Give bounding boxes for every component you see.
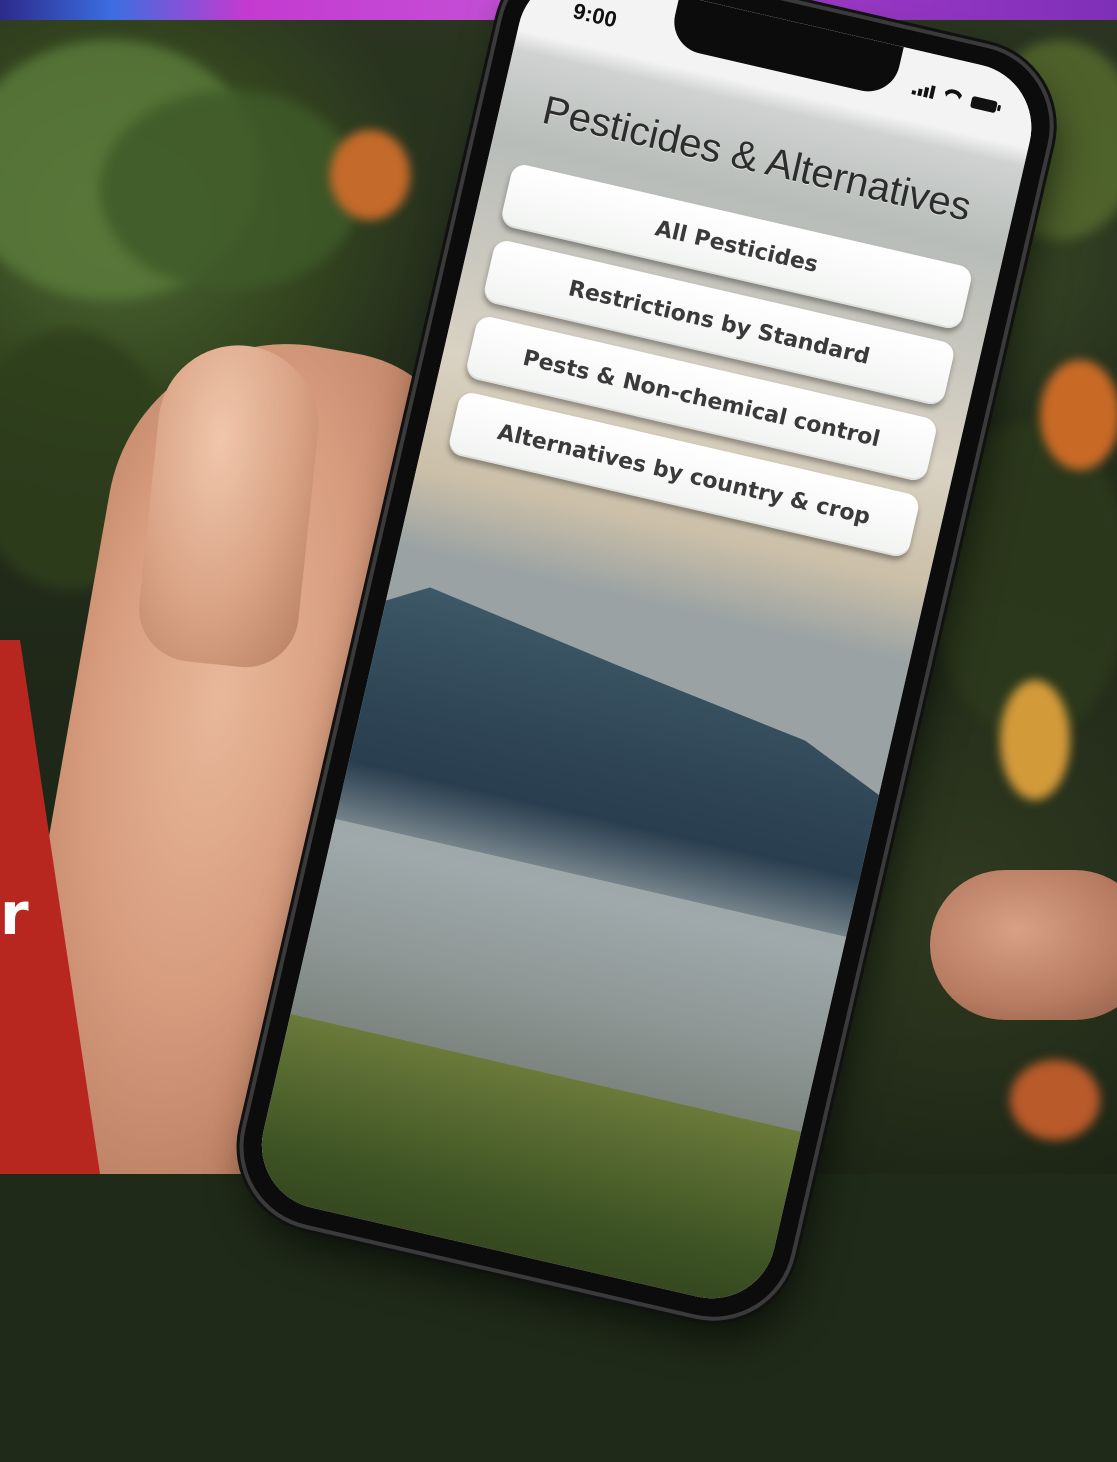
leaf (100, 90, 360, 290)
fruit (1010, 1060, 1100, 1140)
side-panel-text: r (0, 880, 29, 948)
fruit (330, 130, 410, 220)
